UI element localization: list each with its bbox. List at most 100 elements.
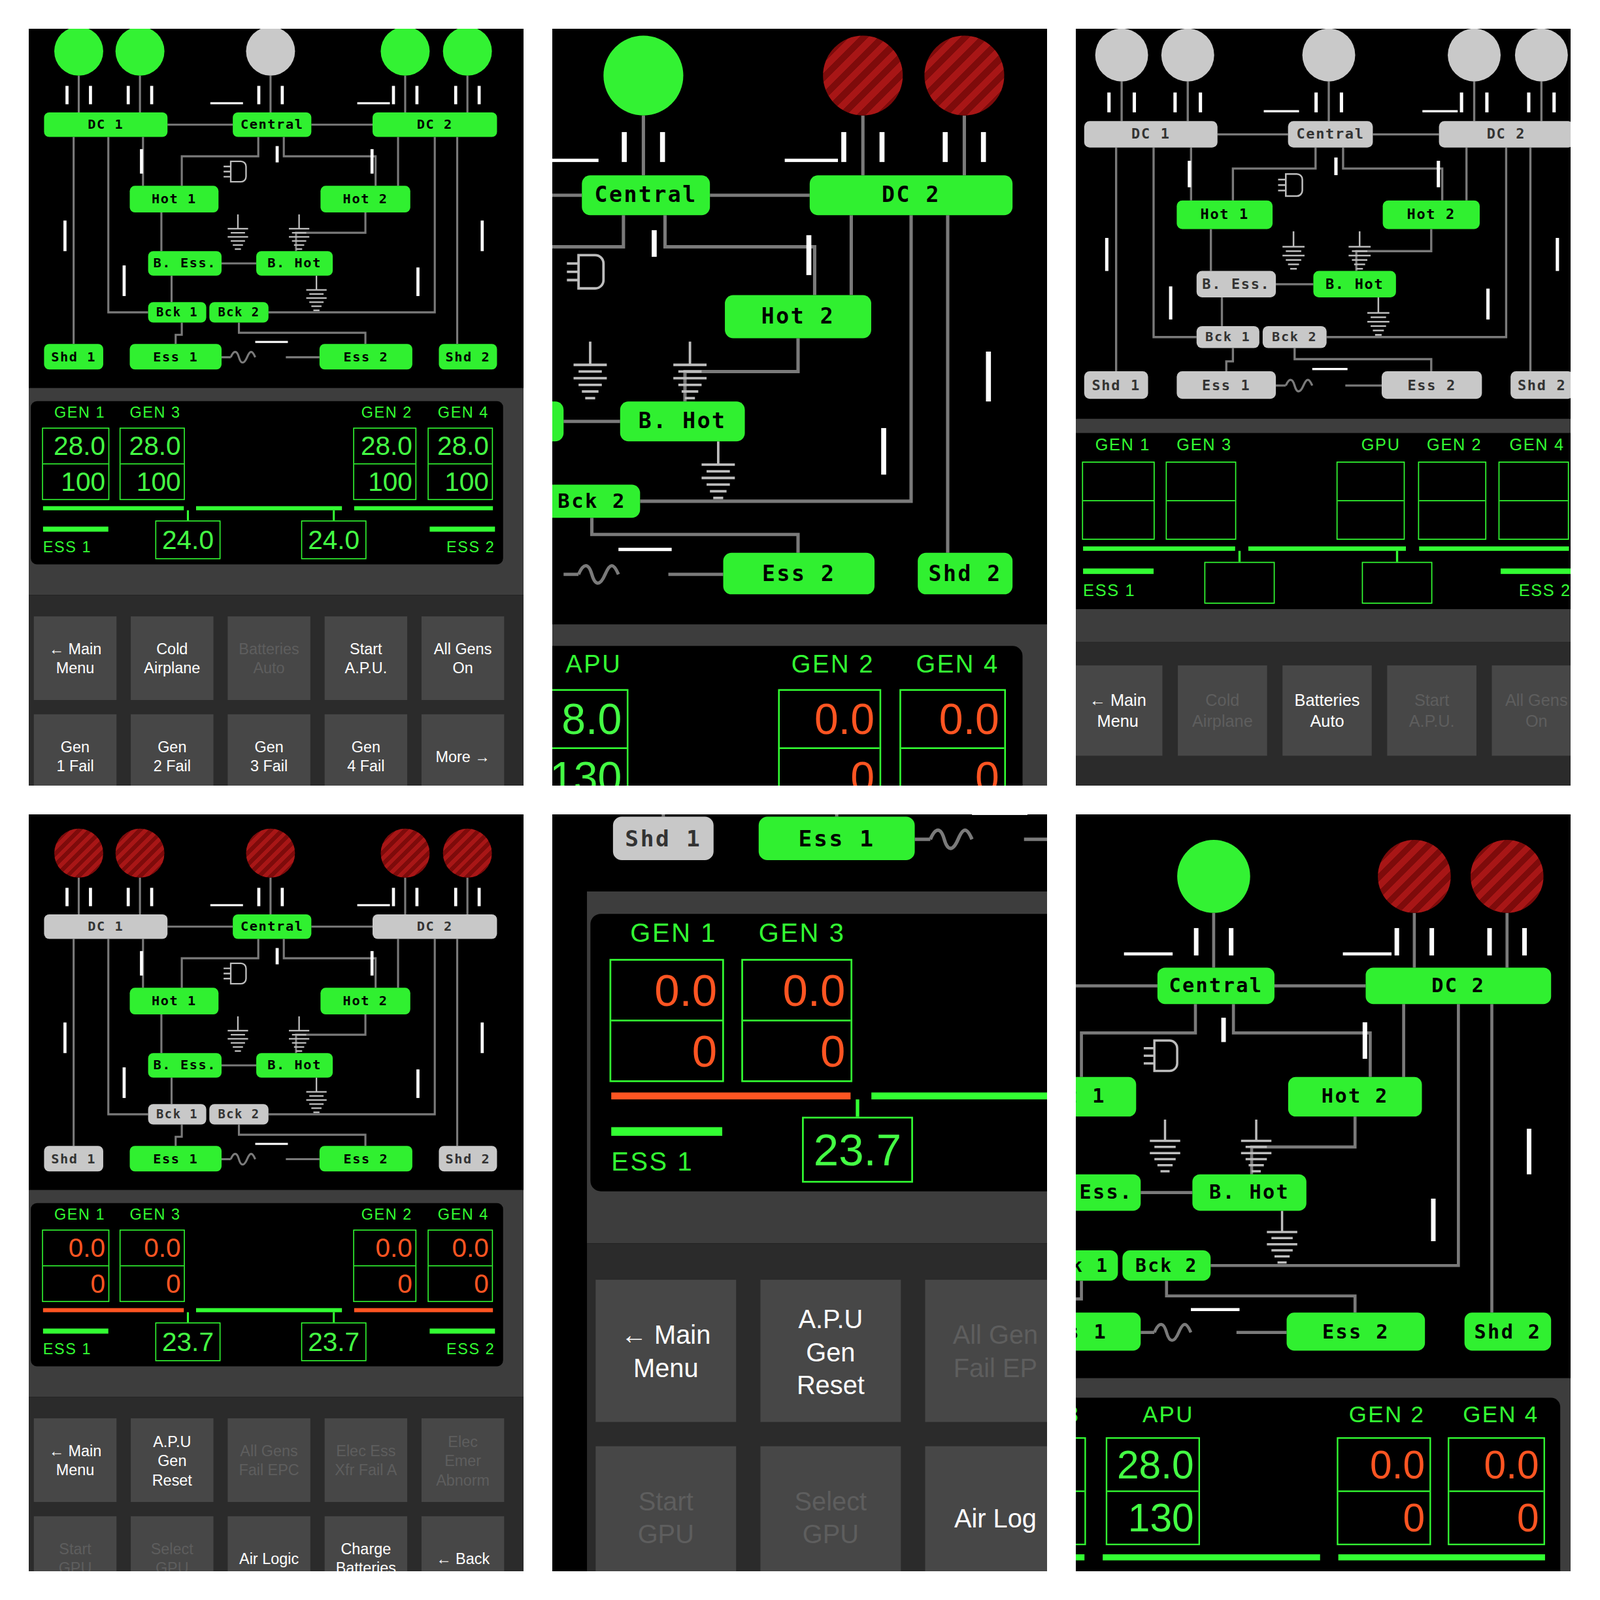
bus-segment [1102, 1554, 1321, 1561]
bus-node: Shd 1 [43, 343, 104, 370]
gauge-volts [1337, 462, 1404, 502]
bus-node: B. Hot [620, 401, 746, 442]
ess-label: ESS 1 [43, 1339, 109, 1358]
command-button[interactable]: All Gens On [1492, 665, 1571, 756]
gauge-amps [1337, 501, 1404, 539]
generator-gauge: GEN 20.00 [352, 1205, 417, 1302]
gauge-volts [1418, 462, 1485, 502]
gauge-volts [1083, 462, 1154, 502]
gauge-box: 0.00 [741, 958, 853, 1082]
generator-light [380, 828, 430, 878]
electrical-screen: Shd 1Ess 1GEN 10.00GEN 30.00ESS 123.7← M… [586, 814, 1048, 1572]
gauge-box [1498, 461, 1570, 540]
gauge-volts: 0.0 [354, 1230, 416, 1267]
generator-gauge: GEN 1 [1081, 435, 1155, 540]
gauge-box: 28.0130 [1105, 1437, 1200, 1546]
gauge-box: 0.00 [1336, 1437, 1431, 1546]
command-button[interactable]: Gen 4 Fail [324, 714, 408, 786]
generator-light [54, 28, 104, 76]
generator-gauge: GEN 3 28.0100 [119, 403, 185, 500]
ess-label: ESS 2 [1518, 580, 1571, 600]
bus-diagram: DC 1CentralDC 2Hot 1Hot 2B. Ess.B. HotBc… [28, 28, 524, 388]
gauge-box [1166, 461, 1237, 540]
command-button[interactable]: Select GPU [130, 1516, 214, 1572]
gauge-amps: 100 [354, 464, 416, 499]
command-button[interactable]: Start GPU [33, 1516, 117, 1572]
command-button[interactable]: All Gens On [421, 616, 504, 700]
gauge-amps [1499, 501, 1568, 539]
command-button[interactable]: Start A.P.U. [324, 616, 408, 700]
generator-gauge: GEN 428.0100 [427, 403, 493, 500]
gauge-volts: 8.0 [552, 690, 627, 750]
command-button[interactable]: Air Log [924, 1446, 1048, 1572]
gauge-amps [1083, 501, 1154, 539]
battery-icon [701, 441, 735, 499]
gauge-amps: 0 [354, 1266, 416, 1301]
command-button[interactable]: Air Logic [227, 1516, 310, 1572]
bus-segment [43, 505, 184, 510]
ess-bus: ESS 1 [43, 1312, 109, 1362]
bus-node: Bck 1 [148, 1103, 207, 1125]
gauge-label: GPU [1336, 435, 1406, 455]
button-area: ← Main MenuA.P.U Gen ResetAll Gen Fail E… [586, 1243, 1048, 1572]
electrical-screen: CentralDC 2Hot 2.B. HotBck 2Ess 2Shd 2AP… [552, 39, 1048, 786]
gauge-panel: APU8.0130GEN 20.00GEN 40.00 [552, 645, 1023, 786]
bus-node: Central [232, 914, 312, 939]
generator-light [924, 35, 1004, 116]
gauge-box: 28.0100 [119, 427, 185, 500]
bus-node: Hot 1 [1176, 200, 1273, 230]
command-button[interactable]: Elec Emer Abnorm [421, 1418, 504, 1502]
command-button[interactable]: More → [421, 714, 504, 786]
battery-icon [288, 214, 310, 250]
gauge-amps: 100 [120, 464, 184, 499]
bus-node: Ess 2 [1381, 371, 1482, 399]
generator-light [443, 828, 493, 878]
command-button[interactable]: Gen 2 Fail [130, 714, 214, 786]
command-button[interactable]: ← Main Menu [1075, 665, 1163, 756]
gauge-label: APU [1105, 1400, 1200, 1427]
gauge-label: GEN 2 [1418, 435, 1487, 455]
generator-gauge: GEN 30.00 [119, 1205, 185, 1302]
command-button[interactable]: Start GPU [595, 1446, 736, 1572]
gauge-amps: 130 [1107, 1492, 1199, 1544]
command-button[interactable]: A.P.U Gen Reset [760, 1279, 901, 1423]
command-button[interactable]: Gen 1 Fail [33, 714, 117, 786]
bus-segment [354, 505, 493, 510]
command-button[interactable]: All Gens Fail EPC [227, 1418, 310, 1502]
bus-node: Hot 2 [724, 294, 872, 338]
command-button[interactable]: Cold Airplane [130, 616, 214, 700]
command-button[interactable]: Batteries Auto [227, 616, 310, 700]
battery-icon [288, 1016, 310, 1051]
command-button[interactable]: Start A.P.U. [1386, 665, 1477, 756]
gauge-volts [1166, 462, 1236, 502]
generator-gauge: GEN 4 [1498, 435, 1570, 540]
bus-segment [871, 1092, 1048, 1100]
command-button[interactable]: Charge Batteries [324, 1516, 408, 1572]
command-button[interactable]: Elec Ess Xfr Fail A [324, 1418, 408, 1502]
gauge-amps: 0 [1338, 1492, 1431, 1544]
command-button[interactable]: ← Main Menu [33, 616, 117, 700]
command-button[interactable]: A.P.U Gen Reset [130, 1418, 214, 1502]
command-button[interactable]: ← Main Menu [33, 1418, 117, 1502]
command-button[interactable]: Cold Airplane [1177, 665, 1268, 756]
bus-diagram: DC 1CentralDC 2Hot 1Hot 2B. Ess.B. HotBc… [1075, 30, 1571, 419]
battery-icon [1348, 231, 1371, 269]
command-button[interactable]: All Gen Fail EP [924, 1279, 1048, 1423]
command-button[interactable]: Select GPU [760, 1446, 901, 1572]
command-button[interactable]: ← Back [421, 1516, 504, 1572]
gauge-amps: 0 [428, 1266, 493, 1301]
command-button[interactable]: ← Main Menu [595, 1279, 736, 1423]
generator-gauge: GEN 3 [1166, 435, 1237, 540]
bus-node: B. Hot [1313, 271, 1396, 298]
bus-node: Bck 2 [1262, 326, 1327, 349]
gauge-label: GEN 2 [1336, 1400, 1431, 1427]
gauge-amps: 0 [743, 1021, 851, 1081]
gauge-box: 28.0100 [427, 427, 493, 500]
bus-segment [1083, 546, 1236, 551]
command-button[interactable]: Batteries Auto [1282, 665, 1372, 756]
gauge-label: GEN 3 [119, 403, 185, 421]
command-button[interactable]: Gen 3 Fail [227, 714, 310, 786]
bus-node: DC 2 [1365, 967, 1551, 1004]
ess-bus: ESS 2 [429, 510, 495, 560]
battery-voltage: 23.7 [801, 1099, 914, 1183]
